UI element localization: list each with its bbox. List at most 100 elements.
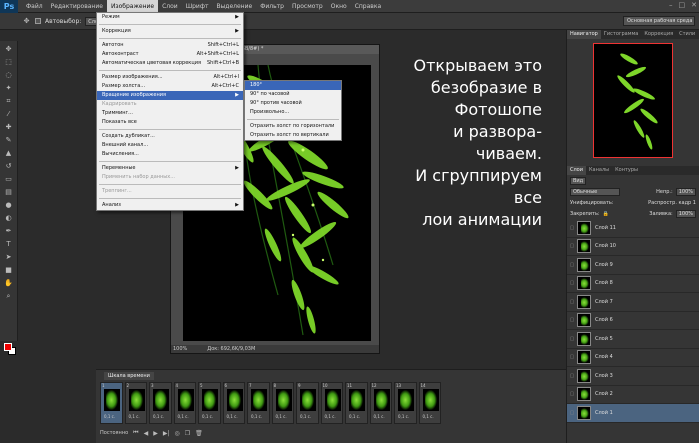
layer-row[interactable]: ▢ Слой 11 xyxy=(567,219,699,238)
menu-item[interactable]: Просмотр xyxy=(288,0,327,13)
timeline-frame[interactable]: 8 0,1 с. xyxy=(271,382,294,424)
panel-tab[interactable]: Каналы xyxy=(586,166,612,175)
prev-frame-icon[interactable]: ◀ xyxy=(144,430,149,437)
navigator-preview[interactable] xyxy=(593,43,673,158)
frame-delay[interactable]: 0,1 с. xyxy=(423,414,434,419)
layer-row[interactable]: ▢ Слой 5 xyxy=(567,330,699,349)
panel-tab[interactable]: Стили xyxy=(676,30,698,39)
frame-delay[interactable]: 0,1 с. xyxy=(374,414,385,419)
layer-kind-select[interactable]: Вид xyxy=(570,176,587,185)
dodge-icon[interactable]: ◐ xyxy=(4,214,13,223)
layer-row[interactable]: ▢ Слой 1 xyxy=(567,404,699,423)
layer-row[interactable]: ▢ Слой 10 xyxy=(567,238,699,256)
magic-wand-icon[interactable]: ✦ xyxy=(4,84,13,93)
layer-row[interactable]: ▢ Слой 4 xyxy=(567,349,699,367)
menu-item[interactable]: Слои xyxy=(158,0,182,13)
frame-delay[interactable]: 0,1 с. xyxy=(153,414,164,419)
brush-icon[interactable]: ✎ xyxy=(4,136,13,145)
visibility-toggle[interactable]: ▢ xyxy=(567,373,577,379)
timeline-frame[interactable]: 13 0,1 с. xyxy=(394,382,417,424)
frame-delay[interactable]: 0,1 с. xyxy=(276,414,287,419)
timeline-tab[interactable]: Шкала времени xyxy=(104,372,154,380)
lock-icon[interactable]: 🔒 xyxy=(603,211,609,217)
timeline-frame[interactable]: 6 0,1 с. xyxy=(222,382,245,424)
tween-icon[interactable]: ◎ xyxy=(174,430,179,437)
rotate-menu-item[interactable]: 90° против часовой xyxy=(245,99,341,108)
workspace-select[interactable]: Основная рабочая среда xyxy=(623,16,695,26)
loop-select[interactable]: Постоянно xyxy=(100,430,128,436)
stamp-icon[interactable]: ▲ xyxy=(4,149,13,158)
visibility-toggle[interactable]: ▢ xyxy=(567,317,577,323)
frame-delay[interactable]: 0,1 с. xyxy=(251,414,262,419)
timeline-frame[interactable]: 2 0,1 с. xyxy=(124,382,147,424)
crop-icon[interactable]: ⌗ xyxy=(4,97,13,106)
rotate-menu-item[interactable]: 180° xyxy=(245,81,341,90)
timeline-frame[interactable]: 7 0,1 с. xyxy=(247,382,270,424)
timeline-frame[interactable]: 10 0,1 с. xyxy=(320,382,343,424)
opacity-field[interactable]: 100% xyxy=(675,187,696,196)
timeline-frame[interactable]: 3 0,1 с. xyxy=(149,382,172,424)
menu-item[interactable]: Окно xyxy=(327,0,351,13)
timeline-frame[interactable]: 11 0,1 с. xyxy=(345,382,368,424)
image-menu-item[interactable]: Режим ▶ xyxy=(97,13,243,22)
image-menu-item[interactable]: Автоконтраст Alt+Shift+Ctrl+L xyxy=(97,50,243,59)
image-menu-item[interactable]: Размер холста... Alt+Ctrl+C xyxy=(97,82,243,91)
visibility-toggle[interactable]: ▢ xyxy=(567,410,577,416)
image-menu-item[interactable]: Переменные ▶ xyxy=(97,164,243,173)
blur-icon[interactable]: ● xyxy=(4,201,13,210)
menu-item[interactable]: Справка xyxy=(351,0,385,13)
visibility-toggle[interactable]: ▢ xyxy=(567,262,577,268)
move-icon[interactable]: ✥ xyxy=(4,45,13,54)
frame-delay[interactable]: 0,1 с. xyxy=(300,414,311,419)
visibility-toggle[interactable]: ▢ xyxy=(567,280,577,286)
image-menu-item[interactable]: Вращение изображения ▶ xyxy=(97,91,243,100)
panel-tab[interactable]: Навигатор xyxy=(567,30,601,39)
frame-delay[interactable]: 0,1 с. xyxy=(129,414,140,419)
frame-delay[interactable]: 0,1 с. xyxy=(349,414,360,419)
image-menu-item[interactable]: Внешний канал... xyxy=(97,141,243,150)
image-menu-item[interactable]: Автоматическая цветовая коррекция Shift+C… xyxy=(97,59,243,68)
layer-row[interactable]: ▢ Слой 9 xyxy=(567,256,699,275)
pen-icon[interactable]: ✒ xyxy=(4,227,13,236)
hand-icon[interactable]: ✋ xyxy=(4,279,13,288)
healing-icon[interactable]: ✚ xyxy=(4,123,13,132)
rotate-menu-item[interactable]: 90° по часовой xyxy=(245,90,341,99)
panel-tab[interactable]: Коррекция xyxy=(641,30,676,39)
layer-row[interactable]: ▢ Слой 3 xyxy=(567,367,699,386)
fill-field[interactable]: 100% xyxy=(675,209,696,218)
image-menu-item[interactable]: Вычисления... xyxy=(97,150,243,159)
menu-item[interactable]: Файл xyxy=(22,0,47,13)
panel-tab[interactable]: Гистограмма xyxy=(601,30,642,39)
first-frame-icon[interactable]: ⏮ xyxy=(133,429,138,437)
zoom-icon[interactable]: ⌕ xyxy=(4,292,13,301)
marquee-icon[interactable]: ⬚ xyxy=(4,58,13,67)
frame-delay[interactable]: 0,1 с. xyxy=(227,414,238,419)
move-tool-icon[interactable]: ✥ xyxy=(22,17,31,26)
type-icon[interactable]: T xyxy=(4,240,13,249)
timeline-frame[interactable]: 1 0,1 с. xyxy=(100,382,123,424)
visibility-toggle[interactable]: ▢ xyxy=(567,243,577,249)
image-menu-item[interactable]: Размер изображения... Alt+Ctrl+I xyxy=(97,73,243,82)
autoselect-checkbox[interactable] xyxy=(35,18,41,24)
panel-tab[interactable]: Слои xyxy=(567,166,586,175)
layer-row[interactable]: ▢ Слой 2 xyxy=(567,386,699,404)
gradient-icon[interactable]: ▤ xyxy=(4,188,13,197)
frame-delay[interactable]: 0,1 с. xyxy=(178,414,189,419)
menu-item[interactable]: Изображение xyxy=(106,0,159,13)
visibility-toggle[interactable]: ▢ xyxy=(567,299,577,305)
frame-delay[interactable]: 0,1 с. xyxy=(104,414,115,419)
timeline-frame[interactable]: 14 0,1 с. xyxy=(418,382,441,424)
visibility-toggle[interactable]: ▢ xyxy=(567,225,577,231)
eyedropper-icon[interactable]: ⁄ xyxy=(4,110,13,119)
maximize-icon[interactable]: □ xyxy=(679,1,686,9)
menu-item[interactable]: Редактирование xyxy=(47,0,107,13)
menu-item[interactable]: Выделение xyxy=(212,0,256,13)
panel-tab[interactable]: Контуры xyxy=(612,166,641,175)
propagate-label[interactable]: Распростр. кадр 1 xyxy=(648,200,696,206)
image-menu-item[interactable]: Автотон Shift+Ctrl+L xyxy=(97,41,243,50)
image-menu-item[interactable]: Анализ ▶ xyxy=(97,201,243,210)
path-select-icon[interactable]: ➤ xyxy=(4,253,13,262)
timeline-frame[interactable]: 5 0,1 с. xyxy=(198,382,221,424)
visibility-toggle[interactable]: ▢ xyxy=(567,336,577,342)
close-icon[interactable]: ✕ xyxy=(691,1,697,9)
